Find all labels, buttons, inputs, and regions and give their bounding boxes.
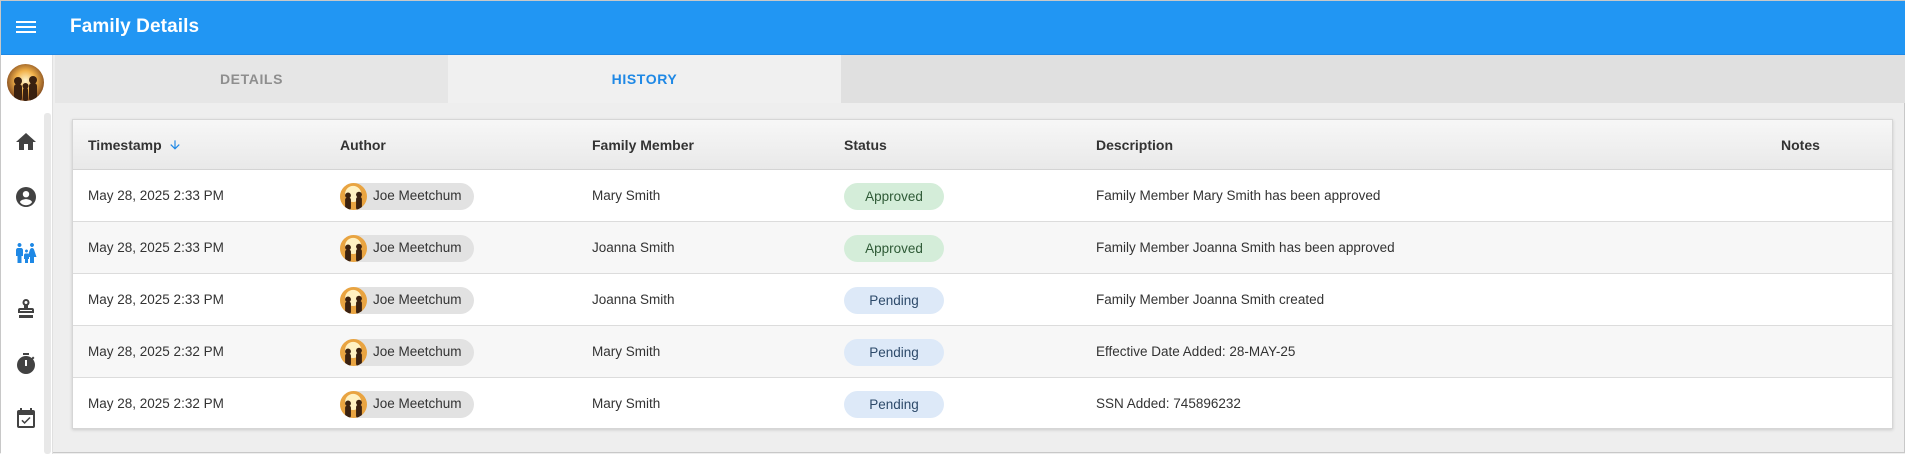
description-cell: Family Member Joanna Smith created xyxy=(1096,292,1325,307)
column-header-label: Timestamp xyxy=(88,137,162,153)
author-name: Joe Meetchum xyxy=(373,188,462,203)
timestamp-cell: May 28, 2025 2:32 PM xyxy=(88,396,224,411)
author-name: Joe Meetchum xyxy=(373,396,462,411)
table-row[interactable]: May 28, 2025 2:32 PM Joe Meetchum Mary S… xyxy=(73,326,1892,378)
tab-details[interactable]: DETAILS xyxy=(55,55,448,103)
column-header-author[interactable]: Author xyxy=(340,137,386,153)
author-chip[interactable]: Joe Meetchum xyxy=(340,287,474,314)
user-avatar[interactable] xyxy=(7,64,44,101)
page-title: Family Details xyxy=(70,16,200,37)
status-badge: Approved xyxy=(844,235,944,262)
tab-bar: DETAILS HISTORY xyxy=(55,55,1905,103)
author-chip[interactable]: Joe Meetchum xyxy=(340,391,474,418)
timestamp-cell: May 28, 2025 2:33 PM xyxy=(88,188,224,203)
description-cell: Family Member Joanna Smith has been appr… xyxy=(1096,240,1395,255)
column-header-notes[interactable]: Notes xyxy=(1781,137,1820,153)
author-chip[interactable]: Joe Meetchum xyxy=(340,235,474,262)
author-avatar xyxy=(340,183,367,210)
table-row[interactable]: May 28, 2025 2:32 PM Joe Meetchum Mary S… xyxy=(73,378,1892,428)
author-name: Joe Meetchum xyxy=(373,240,462,255)
app-window: Family Details DETAILS HISTORY Timestamp… xyxy=(0,0,1905,454)
home-icon[interactable] xyxy=(14,130,38,154)
description-cell: Family Member Mary Smith has been approv… xyxy=(1096,188,1381,203)
family-member-cell: Mary Smith xyxy=(592,396,661,411)
family-member-cell: Mary Smith xyxy=(592,344,661,359)
status-badge: Pending xyxy=(844,287,944,314)
timestamp-cell: May 28, 2025 2:32 PM xyxy=(88,344,224,359)
column-header-description[interactable]: Description xyxy=(1096,137,1173,153)
column-header-timestamp[interactable]: Timestamp xyxy=(88,137,182,155)
author-avatar xyxy=(340,235,367,262)
timer-icon[interactable] xyxy=(14,352,38,376)
family-member-cell: Joanna Smith xyxy=(592,292,675,307)
column-header-status[interactable]: Status xyxy=(844,137,887,153)
author-chip[interactable]: Joe Meetchum xyxy=(340,183,474,210)
history-table: Timestamp Author Family Member Status De… xyxy=(72,119,1893,429)
table-row[interactable]: May 28, 2025 2:33 PM Joe Meetchum Joanna… xyxy=(73,222,1892,274)
author-name: Joe Meetchum xyxy=(373,292,462,307)
author-chip[interactable]: Joe Meetchum xyxy=(340,339,474,366)
author-name: Joe Meetchum xyxy=(373,344,462,359)
timestamp-cell: May 28, 2025 2:33 PM xyxy=(88,292,224,307)
author-avatar xyxy=(340,339,367,366)
stamp-icon[interactable] xyxy=(14,297,38,321)
author-avatar xyxy=(340,391,367,418)
arrow-down-icon[interactable] xyxy=(168,138,182,155)
column-header-family-member[interactable]: Family Member xyxy=(592,137,694,153)
status-badge: Pending xyxy=(844,391,944,418)
tab-history[interactable]: HISTORY xyxy=(448,55,841,103)
table-row[interactable]: May 28, 2025 2:33 PM Joe Meetchum Joanna… xyxy=(73,274,1892,326)
author-avatar xyxy=(340,287,367,314)
timestamp-cell: May 28, 2025 2:33 PM xyxy=(88,240,224,255)
table-row[interactable]: May 28, 2025 2:33 PM Joe Meetchum Mary S… xyxy=(73,170,1892,222)
description-cell: Effective Date Added: 28-MAY-25 xyxy=(1096,344,1296,359)
status-badge: Pending xyxy=(844,339,944,366)
family-icon[interactable] xyxy=(14,241,38,265)
app-bar: Family Details xyxy=(1,1,1905,55)
account-circle-icon[interactable] xyxy=(14,185,38,209)
menu-icon[interactable] xyxy=(13,14,39,40)
status-badge: Approved xyxy=(844,183,944,210)
table-header: Timestamp Author Family Member Status De… xyxy=(73,120,1892,170)
description-cell: SSN Added: 745896232 xyxy=(1096,396,1241,411)
calendar-check-icon[interactable] xyxy=(14,407,38,431)
family-member-cell: Mary Smith xyxy=(592,188,661,203)
sidebar xyxy=(1,55,53,454)
family-member-cell: Joanna Smith xyxy=(592,240,675,255)
sidebar-scrollbar[interactable] xyxy=(44,113,51,454)
